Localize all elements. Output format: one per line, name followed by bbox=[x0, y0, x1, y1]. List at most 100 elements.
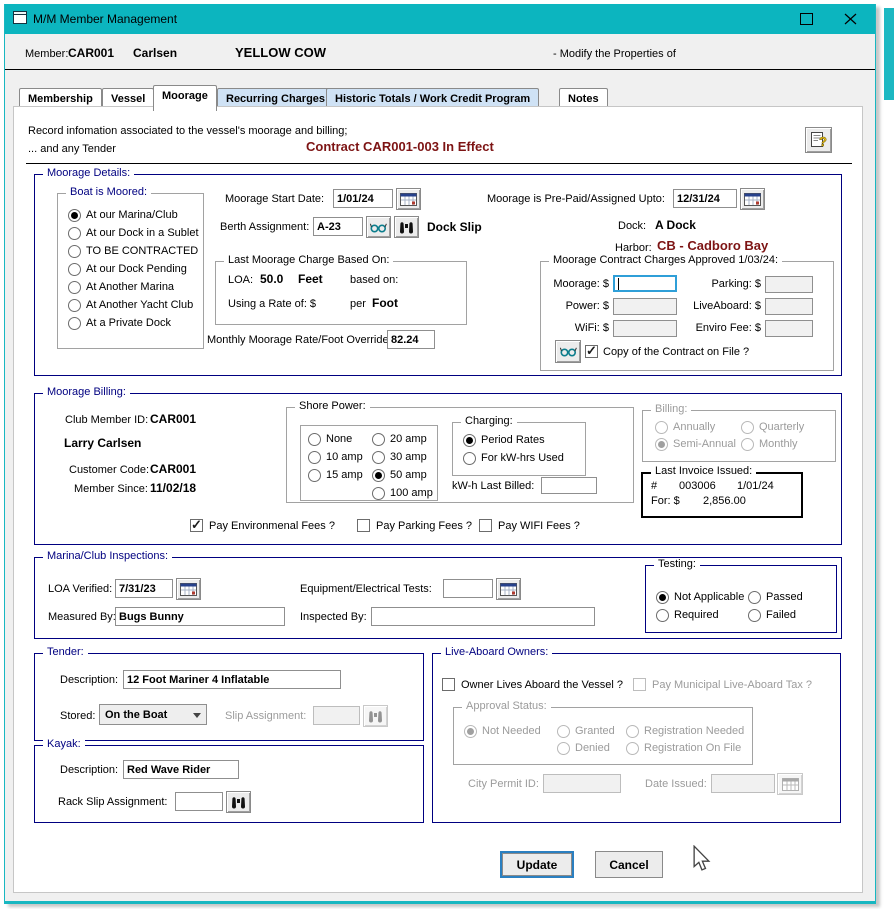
pay-wifi-checkbox[interactable]: Pay WIFI Fees ? bbox=[479, 518, 599, 534]
inspections-group: Marina/Club Inspections: LOA Verified: M… bbox=[34, 557, 842, 639]
radio-another-yacht-club[interactable]: At Another Yacht Club bbox=[68, 298, 198, 313]
invoice-number: 003006 bbox=[679, 480, 716, 493]
tender-stored-select[interactable]: On the Boat bbox=[99, 704, 207, 725]
glasses-icon bbox=[370, 222, 387, 233]
date-issued-calendar-button[interactable] bbox=[777, 773, 803, 795]
radio-quarterly[interactable]: Quarterly bbox=[741, 420, 825, 435]
berth-search-button[interactable] bbox=[394, 216, 419, 238]
power-fee-input[interactable] bbox=[613, 298, 677, 315]
update-button[interactable]: Update bbox=[500, 851, 574, 878]
wifi-fee-input[interactable] bbox=[613, 320, 677, 337]
equipment-tests-input[interactable] bbox=[443, 579, 493, 598]
radio-dock-pending[interactable]: At our Dock Pending bbox=[68, 262, 198, 277]
radio-dock-sublet[interactable]: At our Dock in a Sublet bbox=[68, 226, 198, 241]
loa-verified-calendar-button[interactable] bbox=[176, 578, 201, 600]
tender-slip-search-button[interactable] bbox=[363, 705, 388, 727]
radio-to-be-contracted[interactable]: TO BE CONTRACTED bbox=[68, 244, 198, 259]
moorage-start-date-input[interactable] bbox=[333, 189, 393, 208]
radio-icon bbox=[463, 434, 476, 447]
tender-stored-label: Stored: bbox=[60, 710, 95, 723]
radio-another-marina[interactable]: At Another Marina bbox=[68, 280, 198, 295]
radio-kwhrs-used[interactable]: For kW-hrs Used bbox=[463, 451, 575, 466]
radio-icon bbox=[656, 609, 669, 622]
radio-amp-10[interactable]: 10 amp bbox=[308, 450, 366, 465]
moorage-fee-input[interactable] bbox=[613, 275, 677, 292]
maximize-button[interactable] bbox=[791, 7, 821, 31]
municipal-tax-checkbox[interactable]: Pay Municipal Live-Aboard Tax ? bbox=[633, 677, 823, 693]
kayak-rack-search-button[interactable] bbox=[226, 791, 251, 813]
moorage-start-date-calendar-button[interactable] bbox=[396, 188, 421, 210]
radio-annually[interactable]: Annually bbox=[655, 420, 735, 435]
wifi-fee-label: WiFi: $ bbox=[547, 322, 609, 335]
calendar-icon bbox=[500, 582, 517, 596]
kayak-rack-input[interactable] bbox=[175, 792, 223, 811]
owner-lives-aboard-checkbox[interactable]: Owner Lives Aboard the Vessel ? bbox=[442, 677, 622, 693]
radio-testing-required[interactable]: Required bbox=[656, 608, 748, 623]
testing-group: Testing: Not Applicable Passed Required … bbox=[645, 565, 837, 633]
liveaboard-fee-input[interactable] bbox=[765, 298, 813, 315]
radio-approval-granted[interactable]: Granted bbox=[557, 724, 623, 739]
liveaboard-title: Live-Aboard Owners: bbox=[441, 646, 552, 659]
moorage-start-date-label: Moorage Start Date: bbox=[225, 193, 324, 206]
billing-title: Billing: bbox=[651, 403, 691, 416]
equipment-tests-calendar-button[interactable] bbox=[496, 578, 521, 600]
radio-approval-not-needed[interactable]: Not Needed bbox=[464, 724, 554, 739]
berth-view-button[interactable] bbox=[366, 216, 391, 238]
moorage-details-group: Moorage Details: Boat is Moored: At our … bbox=[34, 174, 842, 376]
kwh-last-billed-input[interactable] bbox=[541, 477, 597, 494]
berth-assignment-input[interactable] bbox=[313, 217, 363, 236]
inspected-by-input[interactable] bbox=[371, 607, 595, 626]
kayak-description-input[interactable] bbox=[123, 760, 239, 779]
based-on-label: based on: bbox=[350, 274, 398, 287]
tab-moorage[interactable]: Moorage bbox=[153, 85, 217, 111]
chevron-down-icon bbox=[193, 713, 201, 718]
radio-at-our-marina[interactable]: At our Marina/Club bbox=[68, 208, 198, 223]
pay-environmental-checkbox[interactable]: Pay Environmenal Fees ? bbox=[190, 518, 350, 534]
contract-copy-checkbox[interactable]: Copy of the Contract on File ? bbox=[585, 344, 815, 360]
radio-approval-registration-on-file[interactable]: Registration On File bbox=[626, 741, 746, 756]
radio-testing-passed[interactable]: Passed bbox=[748, 590, 828, 605]
member-since-label: Member Since: bbox=[74, 483, 148, 496]
radio-icon bbox=[68, 227, 81, 240]
radio-private-dock[interactable]: At a Private Dock bbox=[68, 316, 198, 331]
tender-description-input[interactable] bbox=[123, 670, 341, 689]
radio-period-rates[interactable]: Period Rates bbox=[463, 433, 575, 448]
measured-by-input[interactable] bbox=[115, 607, 285, 626]
radio-amp-15[interactable]: 15 amp bbox=[308, 468, 366, 483]
city-permit-input[interactable] bbox=[543, 774, 621, 793]
rate-override-input[interactable] bbox=[387, 330, 435, 349]
close-button[interactable] bbox=[835, 7, 865, 31]
loa-verified-input[interactable] bbox=[115, 579, 173, 598]
radio-approval-denied[interactable]: Denied bbox=[557, 741, 623, 756]
cancel-button[interactable]: Cancel bbox=[595, 851, 663, 878]
last-moorage-charge-group: Last Moorage Charge Based On: LOA: 50.0 … bbox=[215, 261, 467, 325]
parking-fee-input[interactable] bbox=[765, 276, 813, 293]
app-icon bbox=[13, 11, 27, 27]
radio-amp-50[interactable]: 50 amp bbox=[372, 468, 432, 483]
radio-testing-failed[interactable]: Failed bbox=[748, 608, 828, 623]
kwh-last-billed-label: kW-h Last Billed: bbox=[452, 480, 534, 493]
radio-icon bbox=[626, 742, 639, 755]
radio-testing-not-applicable[interactable]: Not Applicable bbox=[656, 590, 748, 605]
help-button[interactable]: ? bbox=[805, 127, 832, 153]
prepaid-upto-calendar-button[interactable] bbox=[740, 188, 765, 210]
prepaid-upto-input[interactable] bbox=[673, 189, 737, 208]
radio-amp-none[interactable]: None bbox=[308, 432, 366, 447]
last-invoice-title: Last Invoice Issued: bbox=[651, 465, 756, 478]
radio-approval-registration-needed[interactable]: Registration Needed bbox=[626, 724, 746, 739]
contract-view-button[interactable] bbox=[555, 340, 581, 363]
liveaboard-group: Live-Aboard Owners: Owner Lives Aboard t… bbox=[432, 653, 841, 823]
titlebar[interactable]: M/M Member Management bbox=[5, 4, 875, 34]
header-divider bbox=[5, 69, 875, 70]
radio-amp-20[interactable]: 20 amp bbox=[372, 432, 432, 447]
power-fee-label: Power: $ bbox=[547, 300, 609, 313]
radio-amp-100[interactable]: 100 amp bbox=[372, 486, 432, 501]
enviro-fee-input[interactable] bbox=[765, 320, 813, 337]
radio-semi-annual[interactable]: Semi-Annual bbox=[655, 437, 739, 452]
radio-amp-30[interactable]: 30 amp bbox=[372, 450, 432, 465]
pay-parking-checkbox[interactable]: Pay Parking Fees ? bbox=[357, 518, 487, 534]
radio-monthly[interactable]: Monthly bbox=[741, 437, 821, 452]
liveaboard-fee-label: LiveAboard: $ bbox=[681, 300, 761, 313]
tender-slip-input[interactable] bbox=[313, 706, 360, 725]
date-issued-input[interactable] bbox=[711, 774, 775, 793]
